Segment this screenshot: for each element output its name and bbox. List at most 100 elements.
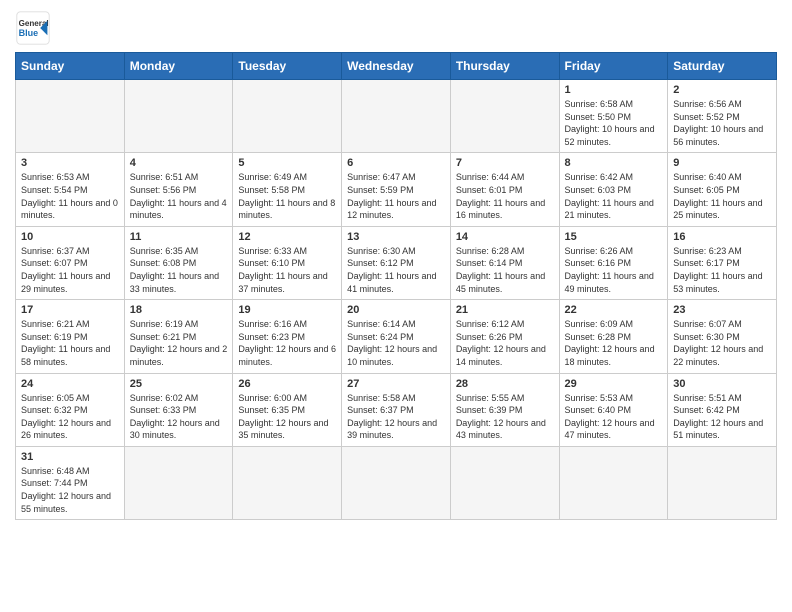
day-number: 7 (456, 157, 554, 169)
week-row-4: 17Sunrise: 6:21 AM Sunset: 6:19 PM Dayli… (16, 300, 777, 373)
day-number: 6 (347, 157, 445, 169)
day-number: 29 (565, 378, 663, 390)
day-info: Sunrise: 6:00 AM Sunset: 6:35 PM Dayligh… (238, 392, 336, 442)
day-info: Sunrise: 5:53 AM Sunset: 6:40 PM Dayligh… (565, 392, 663, 442)
calendar-cell (16, 80, 125, 153)
day-info: Sunrise: 6:28 AM Sunset: 6:14 PM Dayligh… (456, 245, 554, 295)
day-number: 28 (456, 378, 554, 390)
calendar-cell: 8Sunrise: 6:42 AM Sunset: 6:03 PM Daylig… (559, 153, 668, 226)
calendar-cell: 16 Sunrise: 6:23 AM Sunset: 6:17 PM Dayli… (668, 226, 777, 299)
day-number: 31 (21, 451, 119, 463)
calendar-cell (342, 446, 451, 519)
calendar-cell: 13Sunrise: 6:30 AM Sunset: 6:12 PM Dayli… (342, 226, 451, 299)
day-info: Sunrise: 5:58 AM Sunset: 6:37 PM Dayligh… (347, 392, 445, 442)
day-number: 3 (21, 157, 119, 169)
day-info: Sunrise: 6:35 AM Sunset: 6:08 PM Dayligh… (130, 245, 228, 295)
day-number: 24 (21, 378, 119, 390)
calendar-table: SundayMondayTuesdayWednesdayThursdayFrid… (15, 52, 777, 520)
day-number: 25 (130, 378, 228, 390)
header: General Blue (15, 10, 777, 46)
day-number: 1 (565, 84, 663, 96)
day-info: Sunrise: 6:58 AM Sunset: 5:50 PM Dayligh… (565, 98, 663, 148)
week-row-3: 10 Sunrise: 6:37 AM Sunset: 6:07 PM Dayli… (16, 226, 777, 299)
calendar-cell (124, 80, 233, 153)
calendar-cell: 9 Sunrise: 6:40 AM Sunset: 6:05 PM Daylig… (668, 153, 777, 226)
day-info: Sunrise: 6:40 AM Sunset: 6:05 PM Dayligh… (673, 171, 771, 221)
day-info: Sunrise: 6:19 AM Sunset: 6:21 PM Dayligh… (130, 318, 228, 368)
week-row-6: 31 Sunrise: 6:48 AM Sunset: 7:44 PM Dayli… (16, 446, 777, 519)
calendar-cell: 6 Sunrise: 6:47 AM Sunset: 5:59 PM Daylig… (342, 153, 451, 226)
calendar-cell: 19 Sunrise: 6:16 AM Sunset: 6:23 PM Dayli… (233, 300, 342, 373)
calendar-cell: 7Sunrise: 6:44 AM Sunset: 6:01 PM Daylig… (450, 153, 559, 226)
calendar-cell: 4 Sunrise: 6:51 AM Sunset: 5:56 PM Daylig… (124, 153, 233, 226)
day-number: 2 (673, 84, 771, 96)
weekday-header-friday: Friday (559, 53, 668, 80)
day-info: Sunrise: 6:21 AM Sunset: 6:19 PM Dayligh… (21, 318, 119, 368)
weekday-header-monday: Monday (124, 53, 233, 80)
day-info: Sunrise: 6:30 AM Sunset: 6:12 PM Dayligh… (347, 245, 445, 295)
calendar-cell: 21Sunrise: 6:12 AM Sunset: 6:26 PM Dayli… (450, 300, 559, 373)
calendar-cell: 20 Sunrise: 6:14 AM Sunset: 6:24 PM Dayli… (342, 300, 451, 373)
calendar-cell: 22Sunrise: 6:09 AM Sunset: 6:28 PM Dayli… (559, 300, 668, 373)
calendar-cell: 23Sunrise: 6:07 AM Sunset: 6:30 PM Dayli… (668, 300, 777, 373)
day-info: Sunrise: 6:09 AM Sunset: 6:28 PM Dayligh… (565, 318, 663, 368)
calendar-cell: 27 Sunrise: 5:58 AM Sunset: 6:37 PM Dayli… (342, 373, 451, 446)
day-info: Sunrise: 6:56 AM Sunset: 5:52 PM Dayligh… (673, 98, 771, 148)
week-row-1: 1 Sunrise: 6:58 AM Sunset: 5:50 PM Daylig… (16, 80, 777, 153)
calendar-cell (450, 80, 559, 153)
calendar-cell: 3 Sunrise: 6:53 AM Sunset: 5:54 PM Daylig… (16, 153, 125, 226)
day-info: Sunrise: 6:16 AM Sunset: 6:23 PM Dayligh… (238, 318, 336, 368)
day-number: 4 (130, 157, 228, 169)
day-info: Sunrise: 6:33 AM Sunset: 6:10 PM Dayligh… (238, 245, 336, 295)
day-number: 9 (673, 157, 771, 169)
weekday-header-tuesday: Tuesday (233, 53, 342, 80)
calendar-cell: 1 Sunrise: 6:58 AM Sunset: 5:50 PM Daylig… (559, 80, 668, 153)
calendar-cell: 11Sunrise: 6:35 AM Sunset: 6:08 PM Dayli… (124, 226, 233, 299)
calendar-cell: 24Sunrise: 6:05 AM Sunset: 6:32 PM Dayli… (16, 373, 125, 446)
day-info: Sunrise: 6:51 AM Sunset: 5:56 PM Dayligh… (130, 171, 228, 221)
calendar-cell (668, 446, 777, 519)
day-info: Sunrise: 5:51 AM Sunset: 6:42 PM Dayligh… (673, 392, 771, 442)
calendar-cell: 26 Sunrise: 6:00 AM Sunset: 6:35 PM Dayli… (233, 373, 342, 446)
calendar-cell: 10 Sunrise: 6:37 AM Sunset: 6:07 PM Dayli… (16, 226, 125, 299)
day-info: Sunrise: 6:37 AM Sunset: 6:07 PM Dayligh… (21, 245, 119, 295)
calendar-cell: 30Sunrise: 5:51 AM Sunset: 6:42 PM Dayli… (668, 373, 777, 446)
calendar-cell: 15Sunrise: 6:26 AM Sunset: 6:16 PM Dayli… (559, 226, 668, 299)
day-number: 27 (347, 378, 445, 390)
day-info: Sunrise: 6:53 AM Sunset: 5:54 PM Dayligh… (21, 171, 119, 221)
day-info: Sunrise: 6:07 AM Sunset: 6:30 PM Dayligh… (673, 318, 771, 368)
calendar-cell (233, 80, 342, 153)
svg-text:Blue: Blue (19, 28, 39, 38)
day-number: 10 (21, 231, 119, 243)
week-row-5: 24Sunrise: 6:05 AM Sunset: 6:32 PM Dayli… (16, 373, 777, 446)
day-info: Sunrise: 6:02 AM Sunset: 6:33 PM Dayligh… (130, 392, 228, 442)
calendar-cell (559, 446, 668, 519)
calendar-cell: 25 Sunrise: 6:02 AM Sunset: 6:33 PM Dayli… (124, 373, 233, 446)
calendar-cell: 5 Sunrise: 6:49 AM Sunset: 5:58 PM Daylig… (233, 153, 342, 226)
day-number: 16 (673, 231, 771, 243)
day-number: 19 (238, 304, 336, 316)
week-row-2: 3 Sunrise: 6:53 AM Sunset: 5:54 PM Daylig… (16, 153, 777, 226)
calendar-cell: 31 Sunrise: 6:48 AM Sunset: 7:44 PM Dayli… (16, 446, 125, 519)
calendar-cell: 28Sunrise: 5:55 AM Sunset: 6:39 PM Dayli… (450, 373, 559, 446)
weekday-header-wednesday: Wednesday (342, 53, 451, 80)
day-info: Sunrise: 6:12 AM Sunset: 6:26 PM Dayligh… (456, 318, 554, 368)
day-number: 14 (456, 231, 554, 243)
day-number: 26 (238, 378, 336, 390)
calendar-cell: 14 Sunrise: 6:28 AM Sunset: 6:14 PM Dayli… (450, 226, 559, 299)
calendar-cell: 29 Sunrise: 5:53 AM Sunset: 6:40 PM Dayli… (559, 373, 668, 446)
day-number: 18 (130, 304, 228, 316)
day-number: 15 (565, 231, 663, 243)
day-info: Sunrise: 6:14 AM Sunset: 6:24 PM Dayligh… (347, 318, 445, 368)
logo-icon: General Blue (15, 10, 51, 46)
weekday-header-row: SundayMondayTuesdayWednesdayThursdayFrid… (16, 53, 777, 80)
day-number: 5 (238, 157, 336, 169)
day-number: 12 (238, 231, 336, 243)
day-number: 8 (565, 157, 663, 169)
day-info: Sunrise: 6:47 AM Sunset: 5:59 PM Dayligh… (347, 171, 445, 221)
day-info: Sunrise: 6:49 AM Sunset: 5:58 PM Dayligh… (238, 171, 336, 221)
day-number: 20 (347, 304, 445, 316)
logo: General Blue (15, 10, 51, 46)
day-info: Sunrise: 6:23 AM Sunset: 6:17 PM Dayligh… (673, 245, 771, 295)
day-info: Sunrise: 6:48 AM Sunset: 7:44 PM Dayligh… (21, 465, 119, 515)
